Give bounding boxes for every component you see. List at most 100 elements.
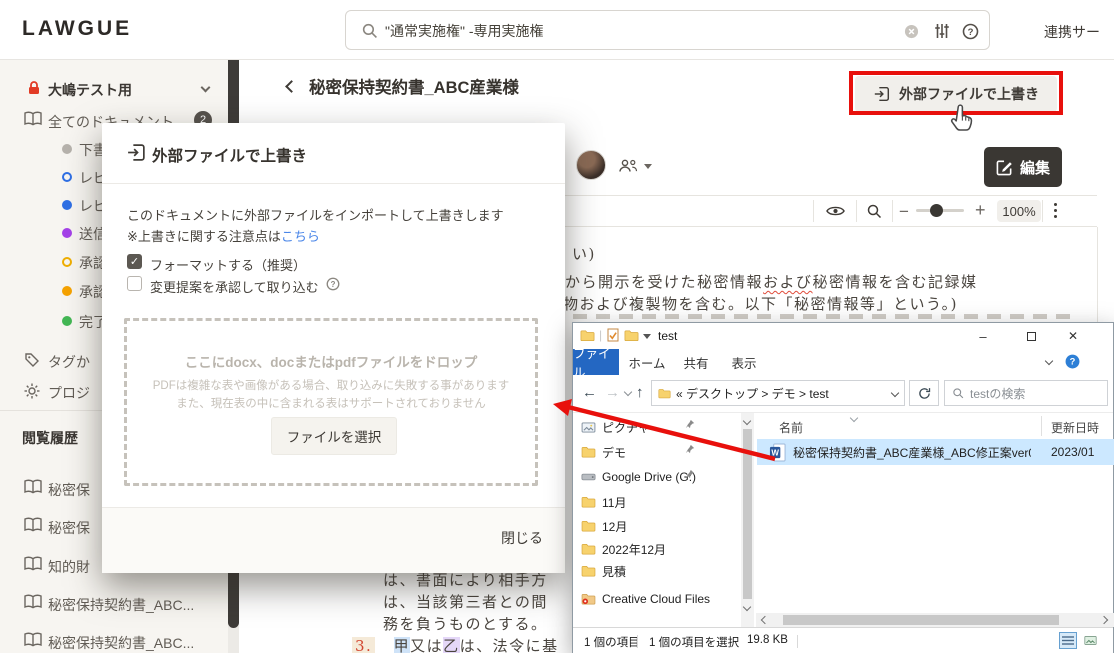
tab-view[interactable]: 表示 xyxy=(723,349,765,375)
close-modal-button[interactable]: 閉じる xyxy=(501,528,543,548)
zoom-slider-handle[interactable] xyxy=(930,204,943,217)
creative-cloud-folder-icon xyxy=(581,593,596,605)
maximize-button[interactable] xyxy=(1021,326,1041,346)
tab-file[interactable]: ファイル xyxy=(573,349,619,375)
expand-ribbon-chevron-icon[interactable] xyxy=(1045,357,1053,365)
select-file-button[interactable]: ファイルを選択 xyxy=(271,417,397,455)
status-dot-draft xyxy=(62,144,72,154)
nav-item-creative-cloud[interactable]: Creative Cloud Files xyxy=(581,588,710,610)
chevron-down-icon[interactable] xyxy=(201,83,211,93)
sidebar-item-tags[interactable]: タグか xyxy=(48,352,90,372)
folder-icon[interactable] xyxy=(624,329,639,342)
chevron-down-icon[interactable] xyxy=(644,164,652,169)
nav-item-google-drive[interactable]: Google Drive (G:) xyxy=(581,466,696,488)
tab-home[interactable]: ホーム xyxy=(625,349,669,375)
accept-proposals-label[interactable]: 変更提案を承認して取り込む xyxy=(150,277,319,296)
column-header-name[interactable]: 名前 xyxy=(779,419,803,436)
global-search-input[interactable]: "通常実施権" -専用実施権 ? xyxy=(345,10,990,50)
avatar[interactable] xyxy=(576,150,606,180)
history-item[interactable]: 秘密保 xyxy=(48,518,90,538)
explorer-window: | test – ✕ ファイル ホーム 共有 表示 ? ← → ↑ « デスクト… xyxy=(572,322,1114,653)
zoom-in-button[interactable]: + xyxy=(975,200,986,221)
nav-scrollbar-thumb[interactable] xyxy=(743,429,752,599)
file-name: 秘密保持契約書_ABC産業様_ABC修正案ver01.d... xyxy=(793,444,1031,461)
file-dropzone[interactable]: ここにdocx、docまたはpdfファイルをドロップ PDFは複雑な表や画像があ… xyxy=(124,318,538,486)
forward-arrow-icon[interactable]: → xyxy=(605,384,620,401)
spellcheck-underline: および xyxy=(763,273,813,291)
find-in-document-icon[interactable] xyxy=(866,203,882,219)
edit-button[interactable]: 編集 xyxy=(984,147,1062,187)
back-arrow-icon[interactable]: ← xyxy=(582,384,597,401)
status-divider xyxy=(637,635,638,648)
collaborators-icon[interactable] xyxy=(618,158,638,173)
format-checkbox[interactable]: ✓ xyxy=(127,254,142,269)
modal-description: このドキュメントに外部ファイルをインポートして上書きします xyxy=(127,205,504,224)
address-dropdown-chevron-icon[interactable] xyxy=(891,389,899,397)
status-dot-review-open xyxy=(62,172,72,182)
thumbnail-view-button[interactable] xyxy=(1081,632,1099,649)
explorer-help-icon[interactable]: ? xyxy=(1065,354,1080,369)
modal-divider xyxy=(102,183,565,184)
history-item[interactable]: 秘密保持契約書_ABC... xyxy=(48,633,194,653)
clear-search-icon[interactable] xyxy=(904,24,919,39)
edit-button-label: 編集 xyxy=(1020,157,1050,178)
workspace-name[interactable]: 大嶋テスト用 xyxy=(48,80,132,100)
note-link[interactable]: こちら xyxy=(281,229,320,244)
explorer-window-title: test xyxy=(658,329,677,343)
book-icon xyxy=(24,556,42,572)
status-dot-sent xyxy=(62,228,72,238)
doc-text-line: い) xyxy=(572,243,596,264)
close-button[interactable]: ✕ xyxy=(1063,326,1083,346)
doc-text-line: 務を負うものとする。 xyxy=(383,613,548,634)
up-arrow-icon[interactable]: ↑ xyxy=(636,384,644,401)
history-item[interactable]: 秘密保 xyxy=(48,480,90,500)
dropzone-warning-2: また、現在表の中に含まれる表はサポートされておりません xyxy=(127,395,535,411)
column-header-date[interactable]: 更新日時 xyxy=(1051,419,1099,436)
integration-services-link[interactable]: 連携サー xyxy=(1044,22,1110,42)
back-chevron-icon[interactable] xyxy=(285,80,298,93)
lawgue-app-screenshot: { "topbar": { "logo": "LAWGUE", "search"… xyxy=(0,0,1114,653)
tab-share[interactable]: 共有 xyxy=(675,349,717,375)
nav-item-2022-12[interactable]: 2022年12月 xyxy=(581,538,666,560)
nav-item-estimate[interactable]: 見積 xyxy=(581,560,626,582)
history-item[interactable]: 知的財 xyxy=(48,557,90,577)
folder-icon xyxy=(581,496,596,508)
nav-item-pictures[interactable]: ピクチャ xyxy=(581,416,650,438)
eye-icon[interactable] xyxy=(826,204,845,218)
folder-icon xyxy=(658,388,671,399)
dropzone-warning-1: PDFは複雑な表や画像がある場合、取り込みに失敗する事があります xyxy=(127,377,535,393)
nav-item-demo[interactable]: デモ xyxy=(581,441,626,463)
status-dot-done xyxy=(62,316,72,326)
help-icon[interactable]: ? xyxy=(326,277,340,291)
filter-sliders-icon[interactable] xyxy=(934,23,950,39)
column-divider[interactable] xyxy=(1041,416,1042,436)
details-view-button[interactable] xyxy=(1059,632,1077,649)
history-item[interactable]: 秘密保持契約書_ABC... xyxy=(48,595,194,615)
modal-title: 外部ファイルで上書き xyxy=(152,144,307,166)
zoom-out-button[interactable]: − xyxy=(899,202,909,222)
explorer-status-bar: 1 個の項目 1 個の項目を選択 19.8 KB xyxy=(573,627,1113,653)
file-row-selected[interactable]: W 秘密保持契約書_ABC産業様_ABC修正案ver01.d... 2023/0… xyxy=(757,439,1114,465)
search-icon xyxy=(952,387,964,399)
overwrite-external-file-button[interactable]: 外部ファイルで上書き xyxy=(855,76,1057,112)
tag-icon xyxy=(24,352,40,368)
refresh-button[interactable] xyxy=(909,380,939,406)
folder-icon xyxy=(581,543,596,555)
nav-item-11month[interactable]: 11月 xyxy=(581,491,626,513)
more-options-kebab-icon[interactable] xyxy=(1054,203,1057,218)
edit-pencil-icon xyxy=(996,159,1013,176)
help-icon[interactable]: ? xyxy=(962,23,979,40)
quick-access-check-icon[interactable] xyxy=(607,328,619,342)
accept-proposals-checkbox[interactable] xyxy=(127,276,142,291)
format-checkbox-label[interactable]: フォーマットする（推奨） xyxy=(150,255,306,274)
horizontal-scrollbar-thumb[interactable] xyxy=(783,615,1059,625)
minimize-button[interactable]: – xyxy=(973,326,993,346)
file-import-icon xyxy=(126,142,147,163)
sidebar-item-projects[interactable]: プロジ xyxy=(48,383,90,403)
pictures-icon xyxy=(581,422,596,433)
address-bar[interactable]: « デスクトップ > デモ > test xyxy=(651,380,905,406)
nav-item-12month[interactable]: 12月 xyxy=(581,515,627,537)
svg-text:W: W xyxy=(771,448,779,457)
explorer-search-input[interactable]: testの検索 xyxy=(944,380,1108,406)
qat-customize-icon[interactable] xyxy=(643,334,651,339)
